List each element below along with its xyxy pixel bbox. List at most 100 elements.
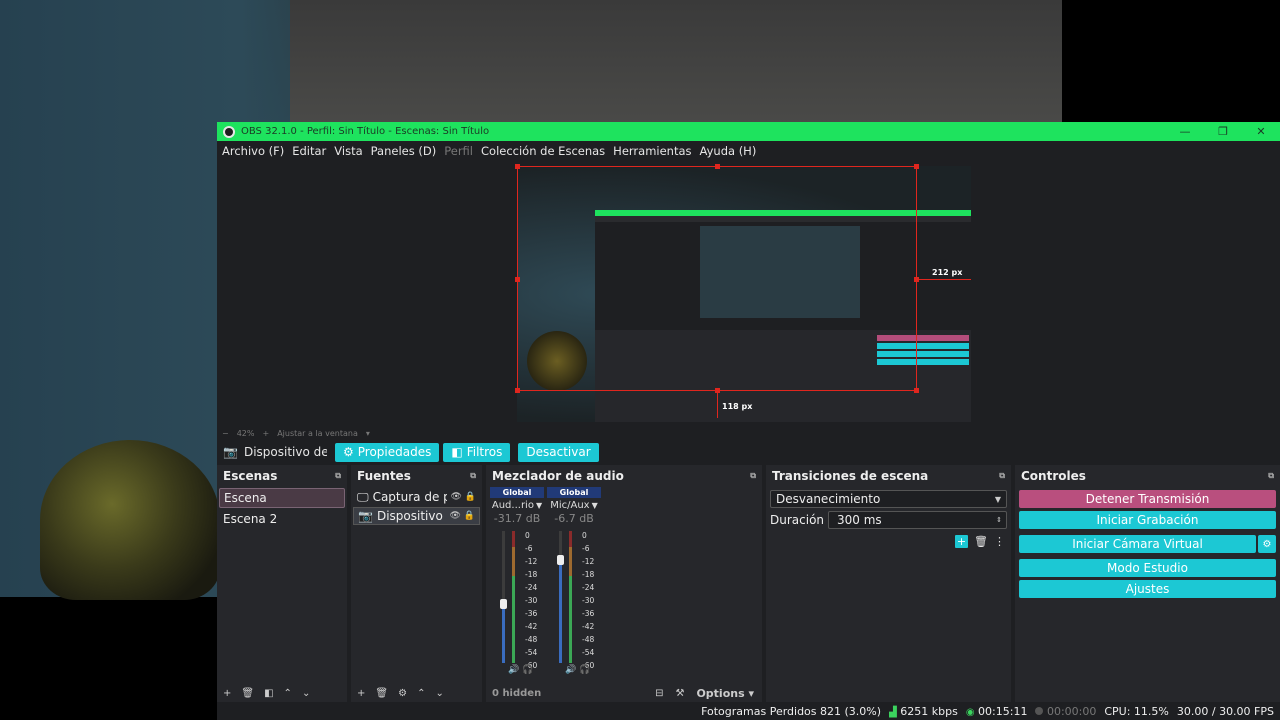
title-bar[interactable]: OBS 32.1.0 - Perfil: Sin Título - Escena…: [217, 122, 1280, 141]
resize-handle[interactable]: [515, 164, 520, 169]
meter-tick-label: -42: [582, 622, 595, 631]
scene-item[interactable]: Escena 2: [219, 509, 345, 529]
options-wrench-icon[interactable]: ⚒: [675, 688, 684, 699]
headphones-icon[interactable]: 🎧: [522, 665, 533, 675]
source-item[interactable]: 📷 Dispositivo de captura 👁 🔒: [353, 507, 480, 525]
speaker-icon[interactable]: 🔊: [508, 665, 519, 675]
layout-icon[interactable]: ⊟: [655, 688, 663, 699]
zoom-level: 42%: [236, 428, 255, 438]
settings-button[interactable]: Ajustes: [1019, 580, 1276, 598]
transition-select[interactable]: Desvanecimiento ▼: [770, 490, 1007, 508]
fader-level: [559, 560, 562, 663]
resize-handle[interactable]: [515, 277, 520, 282]
menu-vista[interactable]: Vista: [334, 144, 362, 158]
selection-box[interactable]: [515, 164, 919, 393]
scenes-dock-title: Escenas ⧉: [217, 465, 347, 487]
camera-icon: 📷: [223, 445, 238, 459]
chevron-up-icon[interactable]: ⌃: [417, 688, 425, 699]
add-transition-button[interactable]: +: [955, 535, 969, 548]
start-recording-button[interactable]: Iniciar Grabación: [1019, 511, 1276, 529]
meter-tick-label: 0: [582, 531, 587, 540]
mixer-footer: 0 hidden ⊟ ⚒ Options ▾: [486, 684, 762, 702]
fit-to-window-button[interactable]: Ajustar a la ventana: [277, 429, 358, 438]
dock-pin-icon[interactable]: ⧉: [750, 471, 756, 481]
menu-perfil[interactable]: Perfil: [444, 144, 473, 158]
chevron-down-icon[interactable]: ▾: [366, 429, 370, 438]
eye-lock-icons[interactable]: 👁 🔒: [451, 492, 481, 502]
add-icon[interactable]: +: [223, 688, 231, 699]
stream-time: 00:15:11: [978, 704, 1028, 718]
mixer-channel-name[interactable]: Aud...rio ▼: [490, 498, 544, 512]
zoom-in-button[interactable]: +: [262, 429, 269, 438]
dock-pin-icon[interactable]: ⧉: [999, 471, 1005, 481]
menu-coleccion-escenas[interactable]: Colección de Escenas: [481, 144, 605, 158]
meter-tick-label: -48: [582, 635, 595, 644]
more-options-icon[interactable]: ⋮: [994, 535, 1005, 548]
close-button[interactable]: ✕: [1242, 125, 1280, 138]
menu-editar[interactable]: Editar: [292, 144, 326, 158]
selected-source: 📷 Dispositivo de captura: [217, 445, 327, 459]
distance-guide-right: [917, 279, 971, 280]
volume-fader-knob[interactable]: [500, 599, 507, 609]
meter-tick-label: -18: [525, 570, 538, 579]
menu-paneles[interactable]: Paneles (D): [371, 144, 437, 158]
chevron-up-icon[interactable]: ⌃: [284, 688, 292, 699]
studio-mode-button[interactable]: Modo Estudio: [1019, 559, 1276, 577]
volume-fader-knob[interactable]: [557, 555, 564, 565]
preview-area[interactable]: 212 px 118 px: [217, 162, 1280, 427]
menu-archivo[interactable]: Archivo (F): [222, 144, 284, 158]
source-item[interactable]: 🖵 Captura de pantalla 👁 🔒: [353, 488, 480, 506]
source-label: Dispositivo de captura: [376, 509, 446, 523]
filter-icon: ◧: [451, 445, 463, 459]
trash-icon[interactable]: 🗑: [375, 688, 388, 699]
source-label: Captura de pantalla: [372, 490, 447, 504]
deactivate-button[interactable]: Desactivar: [518, 442, 599, 462]
filters-button[interactable]: ◧ Filtros: [443, 442, 511, 462]
gear-icon: ⚙: [343, 445, 354, 459]
transition-selected-label: Desvanecimiento: [776, 492, 881, 506]
options-button[interactable]: Options ▾: [696, 687, 754, 700]
meter-tick-label: -36: [525, 609, 538, 618]
properties-button[interactable]: ⚙ Propiedades: [335, 442, 440, 462]
zoom-out-button[interactable]: −: [222, 429, 229, 438]
meter-tick-label: -36: [582, 609, 595, 618]
scene-item[interactable]: Escena: [219, 488, 345, 508]
add-icon[interactable]: +: [357, 688, 365, 699]
virtual-camera-settings-icon[interactable]: ⚙: [1258, 535, 1276, 553]
resize-handle[interactable]: [914, 388, 919, 393]
mixer-channel-name[interactable]: Mic/Aux ▼: [547, 498, 601, 512]
mixer-db-readout: -31.7 dB: [493, 512, 541, 525]
stepper-icon[interactable]: ⇕: [996, 516, 1002, 524]
start-virtual-camera-button[interactable]: Iniciar Cámara Virtual: [1019, 535, 1256, 553]
scenes-footer: + 🗑 ◧ ⌃ ⌄: [217, 684, 347, 702]
maximize-button[interactable]: ❐: [1204, 125, 1242, 138]
gear-icon[interactable]: ⚙: [398, 688, 407, 699]
sources-dock-title: Fuentes ⧉: [351, 465, 482, 487]
filter-icon[interactable]: ◧: [264, 688, 273, 699]
minimize-button[interactable]: —: [1166, 125, 1204, 138]
headphones-icon[interactable]: 🎧: [579, 665, 590, 675]
duration-input[interactable]: 300 ms ⇕: [828, 511, 1007, 529]
eye-lock-icons[interactable]: 👁 🔒: [450, 511, 480, 521]
chevron-down-icon[interactable]: ⌄: [302, 688, 310, 699]
record-icon: [1035, 706, 1044, 715]
dropped-frames: Fotogramas Perdidos 821 (3.0%): [701, 704, 882, 718]
dock-pin-icon[interactable]: ⧉: [470, 471, 476, 481]
menu-herramientas[interactable]: Herramientas: [613, 144, 691, 158]
resize-handle[interactable]: [914, 164, 919, 169]
mixer-db-readout: -6.7 dB: [554, 512, 594, 525]
mixer-dock-title: Mezclador de audio ⧉: [486, 465, 762, 487]
dock-pin-icon[interactable]: ⧉: [335, 471, 341, 481]
meter-tick-label: -30: [525, 596, 538, 605]
mixer-channel-controls: 🔊 🎧: [508, 665, 533, 675]
resize-handle[interactable]: [515, 388, 520, 393]
chevron-down-icon[interactable]: ⌄: [435, 688, 443, 699]
menu-ayuda[interactable]: Ayuda (H): [700, 144, 757, 158]
dock-pin-icon[interactable]: ⧉: [1268, 471, 1274, 481]
meter-yellow-zone: [569, 547, 572, 576]
trash-icon[interactable]: 🗑: [974, 535, 988, 548]
stop-streaming-button[interactable]: Detener Transmisión: [1019, 490, 1276, 508]
resize-handle[interactable]: [715, 164, 720, 169]
speaker-icon[interactable]: 🔊: [565, 665, 576, 675]
trash-icon[interactable]: 🗑: [241, 688, 254, 699]
